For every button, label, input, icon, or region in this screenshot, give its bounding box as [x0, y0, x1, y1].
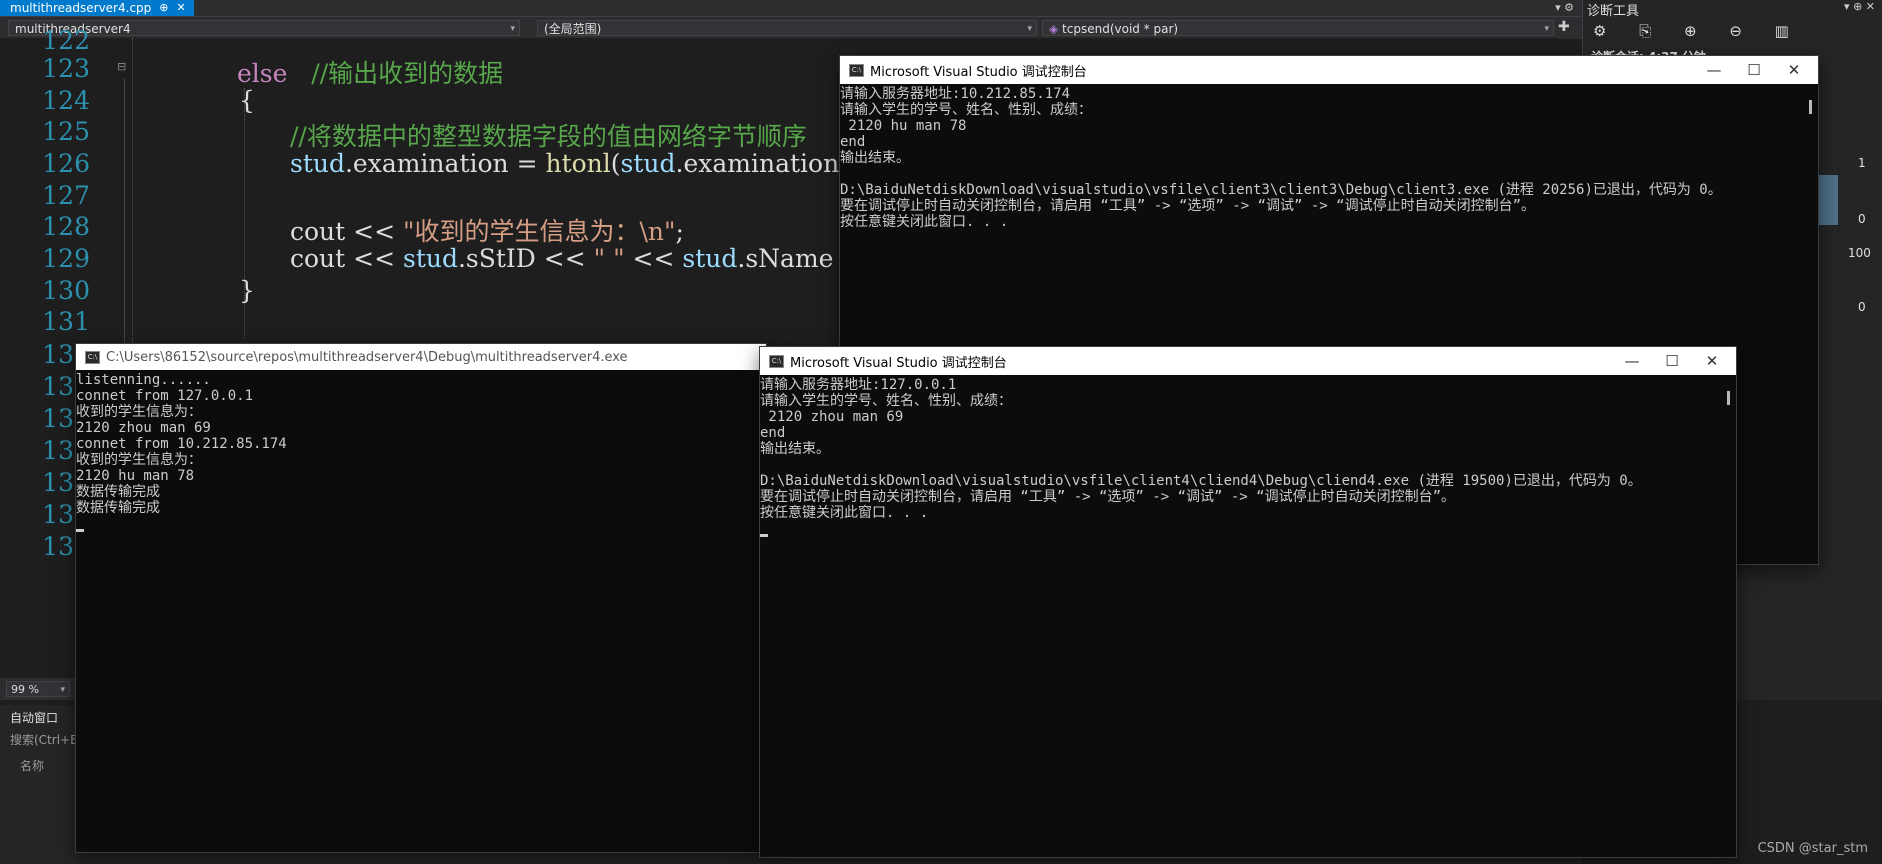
method-icon: ◈ [1049, 22, 1063, 36]
plain-token: << [624, 244, 683, 273]
line-number: 130 [42, 276, 90, 305]
line-number: 122 [42, 26, 90, 55]
navigation-bar: multithreadserver4 ▾ (全局范围) ▾ ◈ tcpsend(… [0, 16, 1582, 39]
window-title: Microsoft Visual Studio 调试控制台 [790, 355, 1007, 371]
window-titlebar[interactable]: C:\ Microsoft Visual Studio 调试控制台 — ☐ ✕ [760, 347, 1736, 375]
pin-icon[interactable]: ⊕ [159, 0, 168, 16]
tab-multithreadserver4-cpp[interactable]: multithreadserver4.cpp ⊕ ✕ [0, 0, 194, 16]
watermark: CSDN @star_stm [1757, 841, 1868, 856]
maximize-button[interactable]: ☐ [1652, 352, 1692, 370]
autos-panel-title: 自动窗口 [10, 711, 59, 725]
line-number: 127 [42, 181, 90, 210]
console-text: 请输入服务器地址:127.0.0.1 请输入学生的学号、姓名、性别、成绩： 21… [760, 377, 1642, 521]
diagnostic-toolbar[interactable]: ⚙ ⎘ ⊕ ⊖ ▥ [1593, 22, 1803, 40]
line-number: 123 [42, 54, 90, 83]
document-tab-bar: multithreadserver4.cpp ⊕ ✕ ▾ ⚙ [0, 0, 1582, 16]
console-text: listenning...... connet from 127.0.0.1 收… [76, 372, 287, 516]
window-title: Microsoft Visual Studio 调试控制台 [870, 64, 1087, 80]
chart-value: 0 [1858, 300, 1866, 314]
tab-overflow-controls[interactable]: ▾ ⚙ [1555, 0, 1574, 16]
console-output: listenning...... connet from 127.0.0.1 收… [76, 372, 744, 532]
code-line-126: stud.examination = htonl(stud.examinatio… [290, 149, 839, 178]
autos-search-input[interactable]: 搜索(Ctrl+E [10, 731, 78, 748]
scope-dropdown[interactable]: (全局范围) ▾ [537, 20, 1037, 36]
line-number: 126 [42, 149, 90, 178]
function-dropdown[interactable]: ◈ tcpsend(void * par) ▾ [1042, 20, 1554, 36]
console-app-icon: C:\ [85, 350, 100, 364]
window-titlebar[interactable]: C:\ Microsoft Visual Studio 调试控制台 — ☐ ✕ [840, 56, 1818, 84]
string-token: " " [593, 244, 625, 273]
code-line-123: else //输出收到的数据 [237, 54, 503, 90]
text-cursor [760, 534, 768, 537]
variable-token: stud [290, 149, 345, 178]
scope-dropdown-value: (全局范围) [544, 22, 602, 36]
code-line-129: cout << stud.sStID << " " << stud.sName … [290, 244, 862, 273]
chevron-down-icon: ▾ [1544, 24, 1549, 34]
zoom-value: 99 % [11, 683, 39, 696]
plain-token: ( [610, 149, 621, 178]
function-token: htonl [545, 149, 611, 178]
minimize-button[interactable]: — [1694, 61, 1734, 79]
code-line-128: cout << "收到的学生信息为：\n"; [290, 212, 684, 248]
maximize-button[interactable]: ☐ [1734, 61, 1774, 79]
plain-token: cout << [290, 244, 403, 273]
zoom-dropdown[interactable]: 99 % ▾ [6, 681, 70, 697]
code-line-124: { [239, 86, 255, 115]
text-cursor [76, 529, 84, 532]
close-icon[interactable]: ✕ [177, 0, 186, 16]
comment-token: //输出收到的数据 [311, 59, 504, 88]
variable-token: stud [682, 244, 738, 273]
outline-bracket [124, 78, 125, 388]
console-app-icon: C:\ [849, 63, 864, 77]
line-number: 128 [42, 212, 90, 241]
plain-token: cout << [290, 217, 403, 246]
console-output: 请输入服务器地址:127.0.0.1 请输入学生的学号、姓名、性别、成绩： 21… [760, 377, 1714, 537]
tab-label: multithreadserver4.cpp [10, 1, 152, 15]
function-dropdown-value: tcpsend(void * par) [1062, 22, 1179, 36]
chart-value: 1 [1858, 156, 1866, 170]
console-app-icon: C:\ [769, 354, 784, 368]
console-output: 请输入服务器地址:10.212.85.174 请输入学生的学号、姓名、性别、成绩… [840, 86, 1722, 230]
chart-value: 0 [1858, 212, 1866, 226]
plain-token: .examination [675, 149, 840, 178]
scrollbar-thumb[interactable] [1809, 100, 1812, 114]
chart-value: 100 [1848, 246, 1871, 260]
plain-token: ; [675, 217, 684, 246]
chevron-down-icon: ▾ [60, 685, 65, 695]
server-console-window[interactable]: C:\ C:\Users\86152\source\repos\multithr… [76, 344, 766, 852]
variable-token: stud [403, 244, 458, 273]
close-button[interactable]: ✕ [1692, 352, 1732, 370]
window-titlebar[interactable]: C:\ C:\Users\86152\source\repos\multithr… [76, 344, 766, 370]
line-number: 129 [42, 244, 90, 273]
plain-token: .examination = [344, 149, 546, 178]
scrollbar-thumb[interactable] [1727, 391, 1730, 405]
keyword-token: else [237, 59, 288, 88]
plain-token: .sStID << [457, 244, 594, 273]
string-token: "收到的学生信息为：\n" [403, 217, 676, 246]
line-number: 124 [42, 86, 90, 115]
window-title: C:\Users\86152\source\repos\multithreads… [106, 349, 628, 365]
chevron-down-icon: ▾ [510, 24, 515, 34]
column-header-name[interactable]: 名称 [20, 757, 44, 774]
line-number: 125 [42, 117, 90, 146]
chevron-down-icon: ▾ [1027, 24, 1032, 34]
minimize-button[interactable]: — [1612, 352, 1652, 370]
line-number: 131 [42, 307, 90, 336]
close-button[interactable]: ✕ [1774, 61, 1814, 79]
client4-console-window[interactable]: C:\ Microsoft Visual Studio 调试控制台 — ☐ ✕ … [760, 347, 1736, 857]
split-editor-icon[interactable]: ✚ [1558, 19, 1570, 35]
code-line-125: //将数据中的整型数据字段的值由网络字节顺序 [290, 122, 807, 151]
code-line-130: } [239, 276, 255, 305]
collapse-icon[interactable]: ⊟ [117, 60, 126, 73]
panel-controls[interactable]: ▾ ⊕ ✕ [1844, 0, 1875, 13]
variable-token: stud [620, 149, 676, 178]
diagnostic-tools-title: 诊断工具 [1587, 4, 1640, 19]
